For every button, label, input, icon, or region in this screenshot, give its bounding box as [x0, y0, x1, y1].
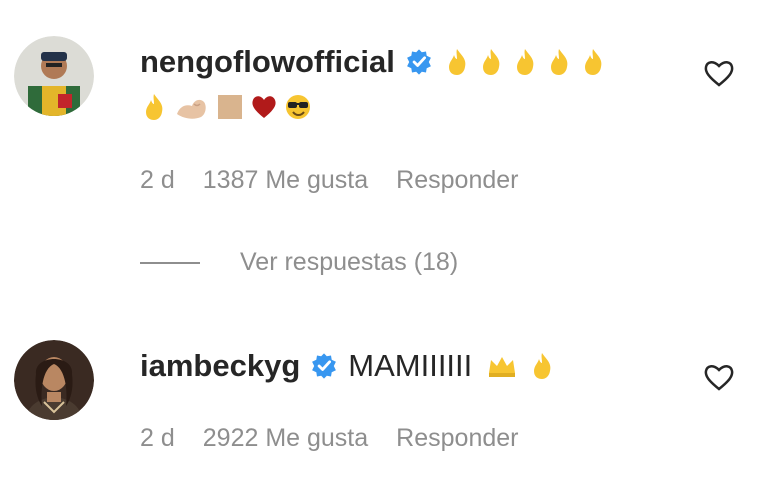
avatar[interactable]	[14, 340, 94, 420]
avatar[interactable]	[14, 36, 94, 116]
fire-icon	[482, 49, 500, 75]
comment-time: 2 d	[140, 166, 175, 194]
comment-username[interactable]: iambeckyg	[140, 346, 300, 386]
fire-icon	[534, 353, 551, 379]
crown-icon	[489, 357, 516, 377]
comment-text: MAMIIIIII	[348, 348, 473, 383]
sunglasses-face-icon	[286, 95, 310, 119]
comment-likes[interactable]: 2922 Me gusta	[203, 424, 368, 453]
view-replies-label[interactable]: Ver respuestas (18)	[240, 248, 458, 277]
comment-time: 2 d	[140, 424, 175, 452]
verified-badge-icon	[312, 353, 337, 379]
comment-first-line: nengoflowofficial	[140, 42, 607, 82]
view-replies-button[interactable]: Ver respuestas (18)	[140, 248, 458, 277]
heart-icon	[252, 96, 276, 118]
comment-body: iambeckyg MAMIIIIII	[140, 346, 556, 386]
comment-body: nengoflowofficial	[140, 42, 607, 124]
like-heart-icon[interactable]	[703, 58, 735, 88]
emoji-row	[443, 47, 607, 77]
verified-badge-icon	[406, 49, 431, 75]
comment-meta: 2 d 1387 Me gusta Responder	[140, 166, 518, 195]
square-icon	[218, 95, 242, 119]
fire-icon	[550, 49, 568, 75]
fire-icon	[448, 49, 466, 75]
reply-button[interactable]: Responder	[396, 166, 518, 195]
like-heart-icon[interactable]	[703, 362, 735, 392]
comment-username[interactable]: nengoflowofficial	[140, 42, 395, 82]
comment-first-line: iambeckyg MAMIIIIII	[140, 346, 556, 386]
replies-divider	[140, 261, 200, 264]
emoji-row	[486, 351, 556, 381]
reply-button[interactable]: Responder	[396, 424, 518, 453]
fire-icon	[146, 94, 163, 120]
emoji-row	[140, 90, 607, 124]
fire-icon	[516, 49, 534, 75]
fire-icon	[584, 49, 602, 75]
flexed-biceps-icon	[177, 99, 206, 119]
comment-meta: 2 d 2922 Me gusta Responder	[140, 424, 518, 453]
comment-likes[interactable]: 1387 Me gusta	[203, 166, 368, 195]
